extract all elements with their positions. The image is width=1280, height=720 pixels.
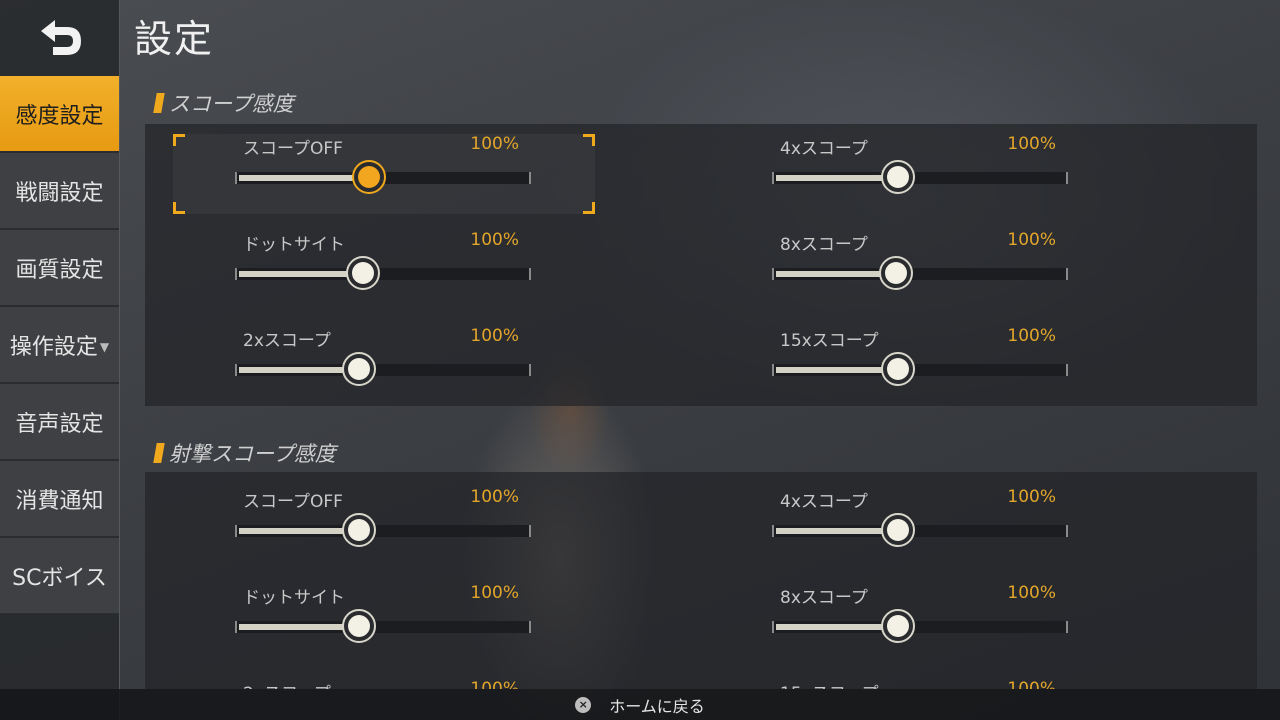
slider-label: 4xスコープ (780, 492, 868, 512)
section-title-text: スコープ感度 (169, 92, 294, 116)
slider-row: 2xスコープ 100% (235, 322, 535, 402)
slider-row: ドットサイト 100% (235, 226, 535, 306)
slider-value: 100% (470, 487, 519, 507)
focus-corner (173, 202, 185, 214)
slider-row: 8xスコープ 100% (772, 579, 1072, 659)
slider-thumb[interactable] (346, 256, 380, 290)
slider-value: 100% (1007, 487, 1056, 507)
slider-label: 8xスコープ (780, 235, 868, 255)
footer-bar: × ホームに戻る (0, 689, 1280, 720)
x-circle-icon: × (575, 696, 592, 713)
slider-row: 2xスコープ 100% (235, 675, 535, 689)
slider-thumb[interactable] (881, 513, 915, 547)
caret-down-icon: ▼ (99, 339, 110, 354)
slider-label: スコープOFF (243, 139, 343, 159)
slider-row: 8xスコープ 100% (772, 226, 1072, 306)
section-title-fire-scope-sensitivity: 射撃スコープ感度 (153, 438, 336, 468)
sidebar-item-consumption-notice[interactable]: 消費通知 (0, 461, 119, 537)
slider-value: 100% (470, 134, 519, 154)
slider-value: 100% (470, 230, 519, 250)
sidebar-item-audio[interactable]: 音声設定 (0, 384, 119, 460)
slider-track[interactable] (772, 609, 1068, 643)
slider-value: 100% (1007, 134, 1056, 154)
slider-thumb[interactable] (342, 609, 376, 643)
slider-thumb[interactable] (881, 160, 915, 194)
slider-track[interactable] (235, 160, 531, 194)
slider-value: 100% (1007, 583, 1056, 603)
slider-fill (776, 624, 896, 630)
slider-fill (239, 624, 357, 630)
slider-thumb[interactable] (881, 609, 915, 643)
sidebar: 感度設定 戦闘設定 画質設定 操作設定 ▼ 音声設定 消費通知 SCボイス (0, 0, 120, 720)
slider-track[interactable] (235, 609, 531, 643)
slider-thumb[interactable] (879, 256, 913, 290)
slider-label: ドットサイト (243, 588, 345, 608)
slider-row: 15xスコープ 100% (772, 675, 1072, 689)
sidebar-item-label: 操作設定 (9, 334, 98, 360)
slider-track[interactable] (772, 160, 1068, 194)
slider-value: 100% (470, 326, 519, 346)
focus-corner (173, 134, 185, 146)
section-marker (153, 443, 165, 463)
back-button[interactable] (0, 0, 120, 76)
slider-track[interactable] (772, 352, 1068, 386)
sidebar-item-label: 音声設定 (15, 411, 104, 437)
section-title-scope-sensitivity: スコープ感度 (153, 88, 294, 118)
sidebar-item-sensitivity[interactable]: 感度設定 (0, 76, 119, 152)
slider-label: 4xスコープ (780, 139, 868, 159)
sidebar-item-sc-voice[interactable]: SCボイス (0, 538, 119, 614)
slider-track[interactable] (235, 352, 531, 386)
slider-fill (239, 528, 357, 534)
slider-label: 2xスコープ (243, 679, 331, 689)
focus-corner (583, 202, 595, 214)
slider-value: 100% (470, 679, 519, 689)
sidebar-item-graphics[interactable]: 画質設定 (0, 230, 119, 306)
slider-fill (239, 271, 361, 277)
page-title: 設定 (134, 17, 215, 61)
sidebar-item-label: 感度設定 (15, 103, 104, 129)
slider-thumb[interactable] (881, 352, 915, 386)
sidebar-item-label: 画質設定 (15, 257, 104, 283)
slider-row: ドットサイト 100% (235, 579, 535, 659)
slider-fill (776, 271, 894, 277)
focus-corner (583, 134, 595, 146)
slider-label: 8xスコープ (780, 588, 868, 608)
home-button[interactable]: ホームに戻る (609, 693, 705, 717)
slider-value: 100% (1007, 230, 1056, 250)
slider-label: 15xスコープ (780, 679, 879, 689)
sidebar-item-controls[interactable]: 操作設定 ▼ (0, 307, 119, 383)
section-marker (153, 93, 165, 113)
slider-row: 4xスコープ 100% (772, 483, 1072, 563)
slider-label: 2xスコープ (243, 331, 331, 351)
sidebar-item-combat[interactable]: 戦闘設定 (0, 153, 119, 229)
slider-fill (239, 175, 367, 181)
slider-value: 100% (470, 583, 519, 603)
slider-row: 15xスコープ 100% (772, 322, 1072, 402)
slider-fill (776, 528, 896, 534)
section-title-text: 射撃スコープ感度 (169, 442, 336, 466)
sidebar-item-label: 戦闘設定 (15, 180, 104, 206)
sidebar-item-label: 消費通知 (15, 488, 104, 514)
slider-track[interactable] (235, 513, 531, 547)
back-arrow-icon (41, 20, 81, 55)
slider-track[interactable] (772, 256, 1068, 290)
slider-thumb[interactable] (352, 160, 386, 194)
slider-fill (776, 367, 896, 373)
slider-label: スコープOFF (243, 492, 343, 512)
slider-row: スコープOFF 100% (235, 130, 535, 210)
slider-row: スコープOFF 100% (235, 483, 535, 563)
slider-track[interactable] (772, 513, 1068, 547)
slider-fill (239, 367, 357, 373)
sidebar-item-label: SCボイス (12, 565, 107, 591)
slider-value: 100% (1007, 679, 1056, 689)
slider-thumb[interactable] (342, 352, 376, 386)
slider-row: 4xスコープ 100% (772, 130, 1072, 210)
slider-label: 15xスコープ (780, 331, 879, 351)
slider-thumb[interactable] (342, 513, 376, 547)
slider-fill (776, 175, 896, 181)
slider-track[interactable] (235, 256, 531, 290)
slider-label: ドットサイト (243, 235, 345, 255)
slider-value: 100% (1007, 326, 1056, 346)
